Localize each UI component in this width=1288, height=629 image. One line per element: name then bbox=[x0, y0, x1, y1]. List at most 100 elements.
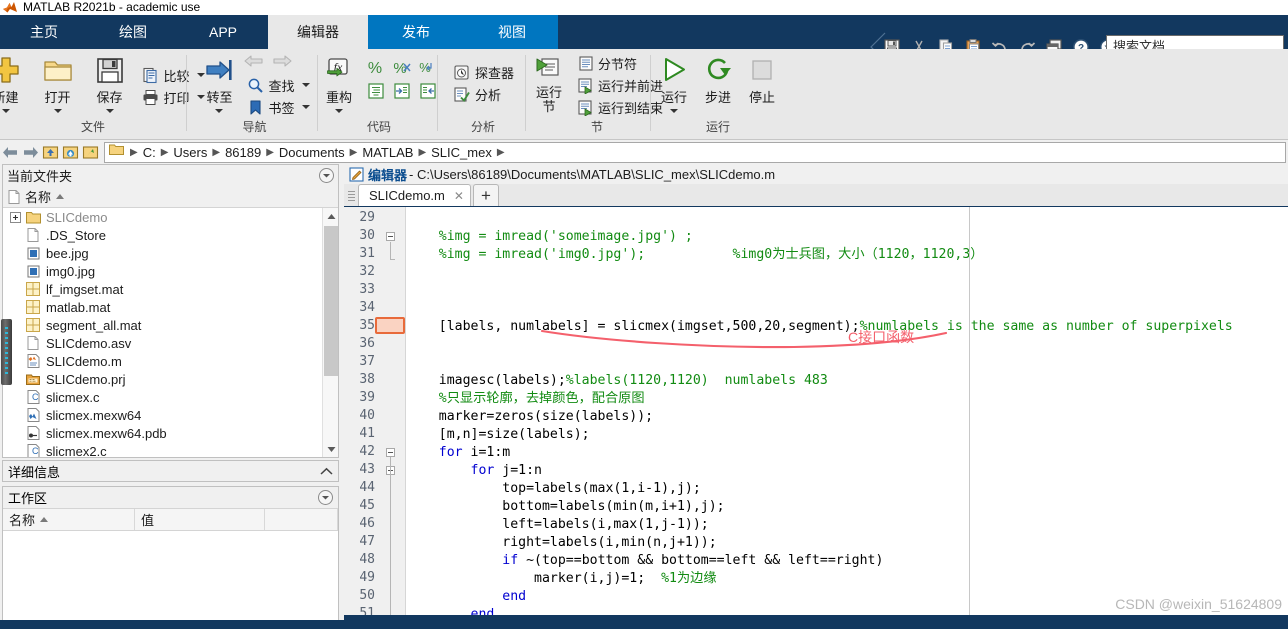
file-list-item[interactable]: slicmex.mexw64 bbox=[3, 406, 322, 424]
breadcrumb-86189[interactable]: 86189 bbox=[223, 145, 263, 160]
tab-publish[interactable]: 发布 bbox=[368, 15, 464, 49]
smart-indent-icon[interactable] bbox=[363, 79, 389, 103]
browse-folder-icon[interactable] bbox=[80, 142, 100, 162]
workspace-col-extra[interactable] bbox=[265, 509, 338, 530]
file-list-scrollbar[interactable] bbox=[322, 208, 338, 457]
bookmark-button[interactable]: 书签 bbox=[243, 96, 311, 118]
file-list-item[interactable]: SLICdemo.asv bbox=[3, 334, 322, 352]
code-lines[interactable]: %img = imread('someimage.jpg') ; %img = … bbox=[407, 207, 1288, 615]
run-button[interactable]: 运行 bbox=[652, 52, 696, 113]
sort-ascending-icon[interactable] bbox=[56, 194, 65, 199]
find-button[interactable]: 查找 bbox=[243, 74, 311, 96]
scroll-down-icon[interactable] bbox=[323, 441, 339, 457]
code-line[interactable]: for i=1:m bbox=[407, 444, 510, 462]
code-line[interactable]: %img = imread('img0.jpg'); %img0为士兵图，大小（… bbox=[407, 246, 984, 264]
window-controls[interactable] bbox=[1184, 33, 1284, 49]
uncomment-percent-icon[interactable]: % bbox=[389, 55, 415, 79]
step-button[interactable]: 步进 bbox=[696, 52, 740, 106]
code-line[interactable]: top=labels(max(1,i-1),j); bbox=[407, 480, 701, 498]
file-list-item[interactable]: img0.jpg bbox=[3, 262, 322, 280]
panel-collapse-handle[interactable] bbox=[1, 319, 12, 385]
code-line[interactable]: marker=zeros(size(labels)); bbox=[407, 408, 653, 426]
chevron-up-icon[interactable] bbox=[320, 464, 333, 479]
profiler-button[interactable]: 探查器 bbox=[450, 61, 516, 83]
file-list-item[interactable]: segment_all.mat bbox=[3, 316, 322, 334]
breadcrumb-c[interactable]: C: bbox=[141, 145, 158, 160]
code-editor-area[interactable]: 29 30 31 32 33 34 35 36 37 38 39 40 41 42 43 44 45 46 47 48… bbox=[344, 207, 1288, 615]
file-list-item[interactable]: matlab.mat bbox=[3, 298, 322, 316]
breadcrumb-matlab[interactable]: MATLAB bbox=[360, 145, 415, 160]
workspace-col-name[interactable]: 名称 bbox=[3, 509, 135, 530]
editor-tab-slicdemo[interactable]: SLICdemo.m ✕ bbox=[358, 184, 471, 206]
tab-editor[interactable]: 编辑器 bbox=[268, 15, 368, 49]
file-list-item[interactable]: Cslicmex2.c bbox=[3, 442, 322, 457]
file-list-item[interactable]: .DS_Store bbox=[3, 226, 322, 244]
path-breadcrumb-box[interactable]: ▶ C: ▶ Users ▶ 86189 ▶ Documents ▶ MATLA… bbox=[104, 141, 1286, 163]
code-line[interactable]: if ~(top==bottom && bottom==left && left… bbox=[407, 552, 883, 570]
file-list-item[interactable]: Cslicmex.c bbox=[3, 388, 322, 406]
code-line[interactable]: right=labels(i,min(n,j+1)); bbox=[407, 534, 716, 552]
code-line[interactable]: end bbox=[407, 588, 526, 606]
new-tab-button[interactable]: + bbox=[472, 184, 499, 206]
code-fold-column[interactable] bbox=[382, 207, 404, 615]
panel-options-icon[interactable] bbox=[319, 168, 334, 183]
code-line[interactable]: end bbox=[407, 606, 495, 615]
code-line[interactable]: [labels, numlabels] = slicmex(imgset,500… bbox=[407, 318, 1233, 336]
chevron-down-icon[interactable] bbox=[335, 109, 343, 113]
home-folder-icon[interactable] bbox=[60, 142, 80, 162]
code-line[interactable]: %只显示轮廓，去掉颜色，配合原图 bbox=[407, 390, 645, 408]
expand-plus-icon[interactable] bbox=[9, 211, 22, 224]
refactor-button[interactable]: fx 重构 bbox=[317, 52, 361, 113]
breadcrumb-users[interactable]: Users bbox=[171, 145, 209, 160]
analyze-button[interactable]: 分析 bbox=[450, 83, 516, 105]
workspace-options-icon[interactable] bbox=[318, 490, 333, 505]
chevron-down-icon[interactable] bbox=[105, 109, 114, 113]
stop-button[interactable]: 停止 bbox=[740, 52, 784, 106]
tab-home[interactable]: 主页 bbox=[0, 15, 88, 49]
file-list-item[interactable]: SLICdemo.m bbox=[3, 352, 322, 370]
tab-plots[interactable]: 绘图 bbox=[88, 15, 178, 49]
chevron-down-icon[interactable] bbox=[53, 109, 62, 113]
up-folder-icon[interactable] bbox=[40, 142, 60, 162]
file-name-label: SLICdemo bbox=[46, 209, 108, 225]
file-list-item[interactable]: slicmex.mexw64.pdb bbox=[3, 424, 322, 442]
code-line[interactable]: %img = imread('someimage.jpg') ; bbox=[407, 228, 693, 246]
file-list[interactable]: SLICdemo .DS_Store bee.jpg img0.jpg lf_imgse… bbox=[3, 208, 322, 457]
file-list-item[interactable]: SLICdemo.prj bbox=[3, 370, 322, 388]
back-icon[interactable] bbox=[0, 142, 20, 162]
code-line[interactable]: left=labels(i,max(1,j-1)); bbox=[407, 516, 708, 534]
scroll-up-icon[interactable] bbox=[323, 208, 339, 224]
save-button[interactable]: 保存 bbox=[84, 52, 136, 113]
code-line[interactable]: marker(i,j)=1; %1为边缘 bbox=[407, 570, 717, 588]
breadcrumb-slicmex[interactable]: SLIC_mex bbox=[429, 145, 494, 160]
run-section-button[interactable]: 运行 节 bbox=[529, 52, 569, 114]
close-icon[interactable]: ✕ bbox=[454, 189, 464, 203]
chevron-down-icon[interactable] bbox=[1, 109, 10, 113]
details-panel-header[interactable]: 详细信息 bbox=[2, 460, 339, 482]
code-line[interactable]: for j=1:n bbox=[407, 462, 542, 480]
workspace-col-value[interactable]: 值 bbox=[135, 509, 265, 530]
code-line[interactable]: bottom=labels(min(m,i+1),j); bbox=[407, 498, 724, 516]
goto-button[interactable]: 转至 bbox=[197, 52, 241, 113]
new-button[interactable]: 新建 bbox=[0, 52, 32, 113]
file-list-item[interactable]: bee.jpg bbox=[3, 244, 322, 262]
code-line[interactable]: [m,n]=size(labels); bbox=[407, 426, 590, 444]
chevron-down-icon[interactable] bbox=[301, 83, 310, 87]
tab-grip-icon[interactable] bbox=[346, 186, 356, 206]
tab-view[interactable]: 视图 bbox=[464, 15, 560, 49]
chevron-down-icon[interactable] bbox=[301, 105, 310, 109]
comment-percent-icon[interactable]: % bbox=[363, 55, 389, 79]
file-list-item[interactable]: lf_imgset.mat bbox=[3, 280, 322, 298]
chevron-down-icon[interactable] bbox=[670, 109, 678, 113]
code-fold-toggle[interactable] bbox=[386, 232, 395, 241]
forward-icon[interactable] bbox=[20, 142, 40, 162]
open-button[interactable]: 打开 bbox=[32, 52, 84, 113]
code-fold-toggle[interactable] bbox=[386, 448, 395, 457]
chevron-down-icon[interactable] bbox=[215, 109, 224, 113]
code-line[interactable]: imagesc(labels);%labels(1120,1120) numla… bbox=[407, 372, 828, 390]
tab-apps[interactable]: APP bbox=[178, 15, 268, 49]
breadcrumb-documents[interactable]: Documents bbox=[277, 145, 347, 160]
file-list-item[interactable]: SLICdemo bbox=[3, 208, 322, 226]
indent-right-icon[interactable] bbox=[389, 79, 415, 103]
scrollbar-thumb[interactable] bbox=[324, 226, 338, 376]
